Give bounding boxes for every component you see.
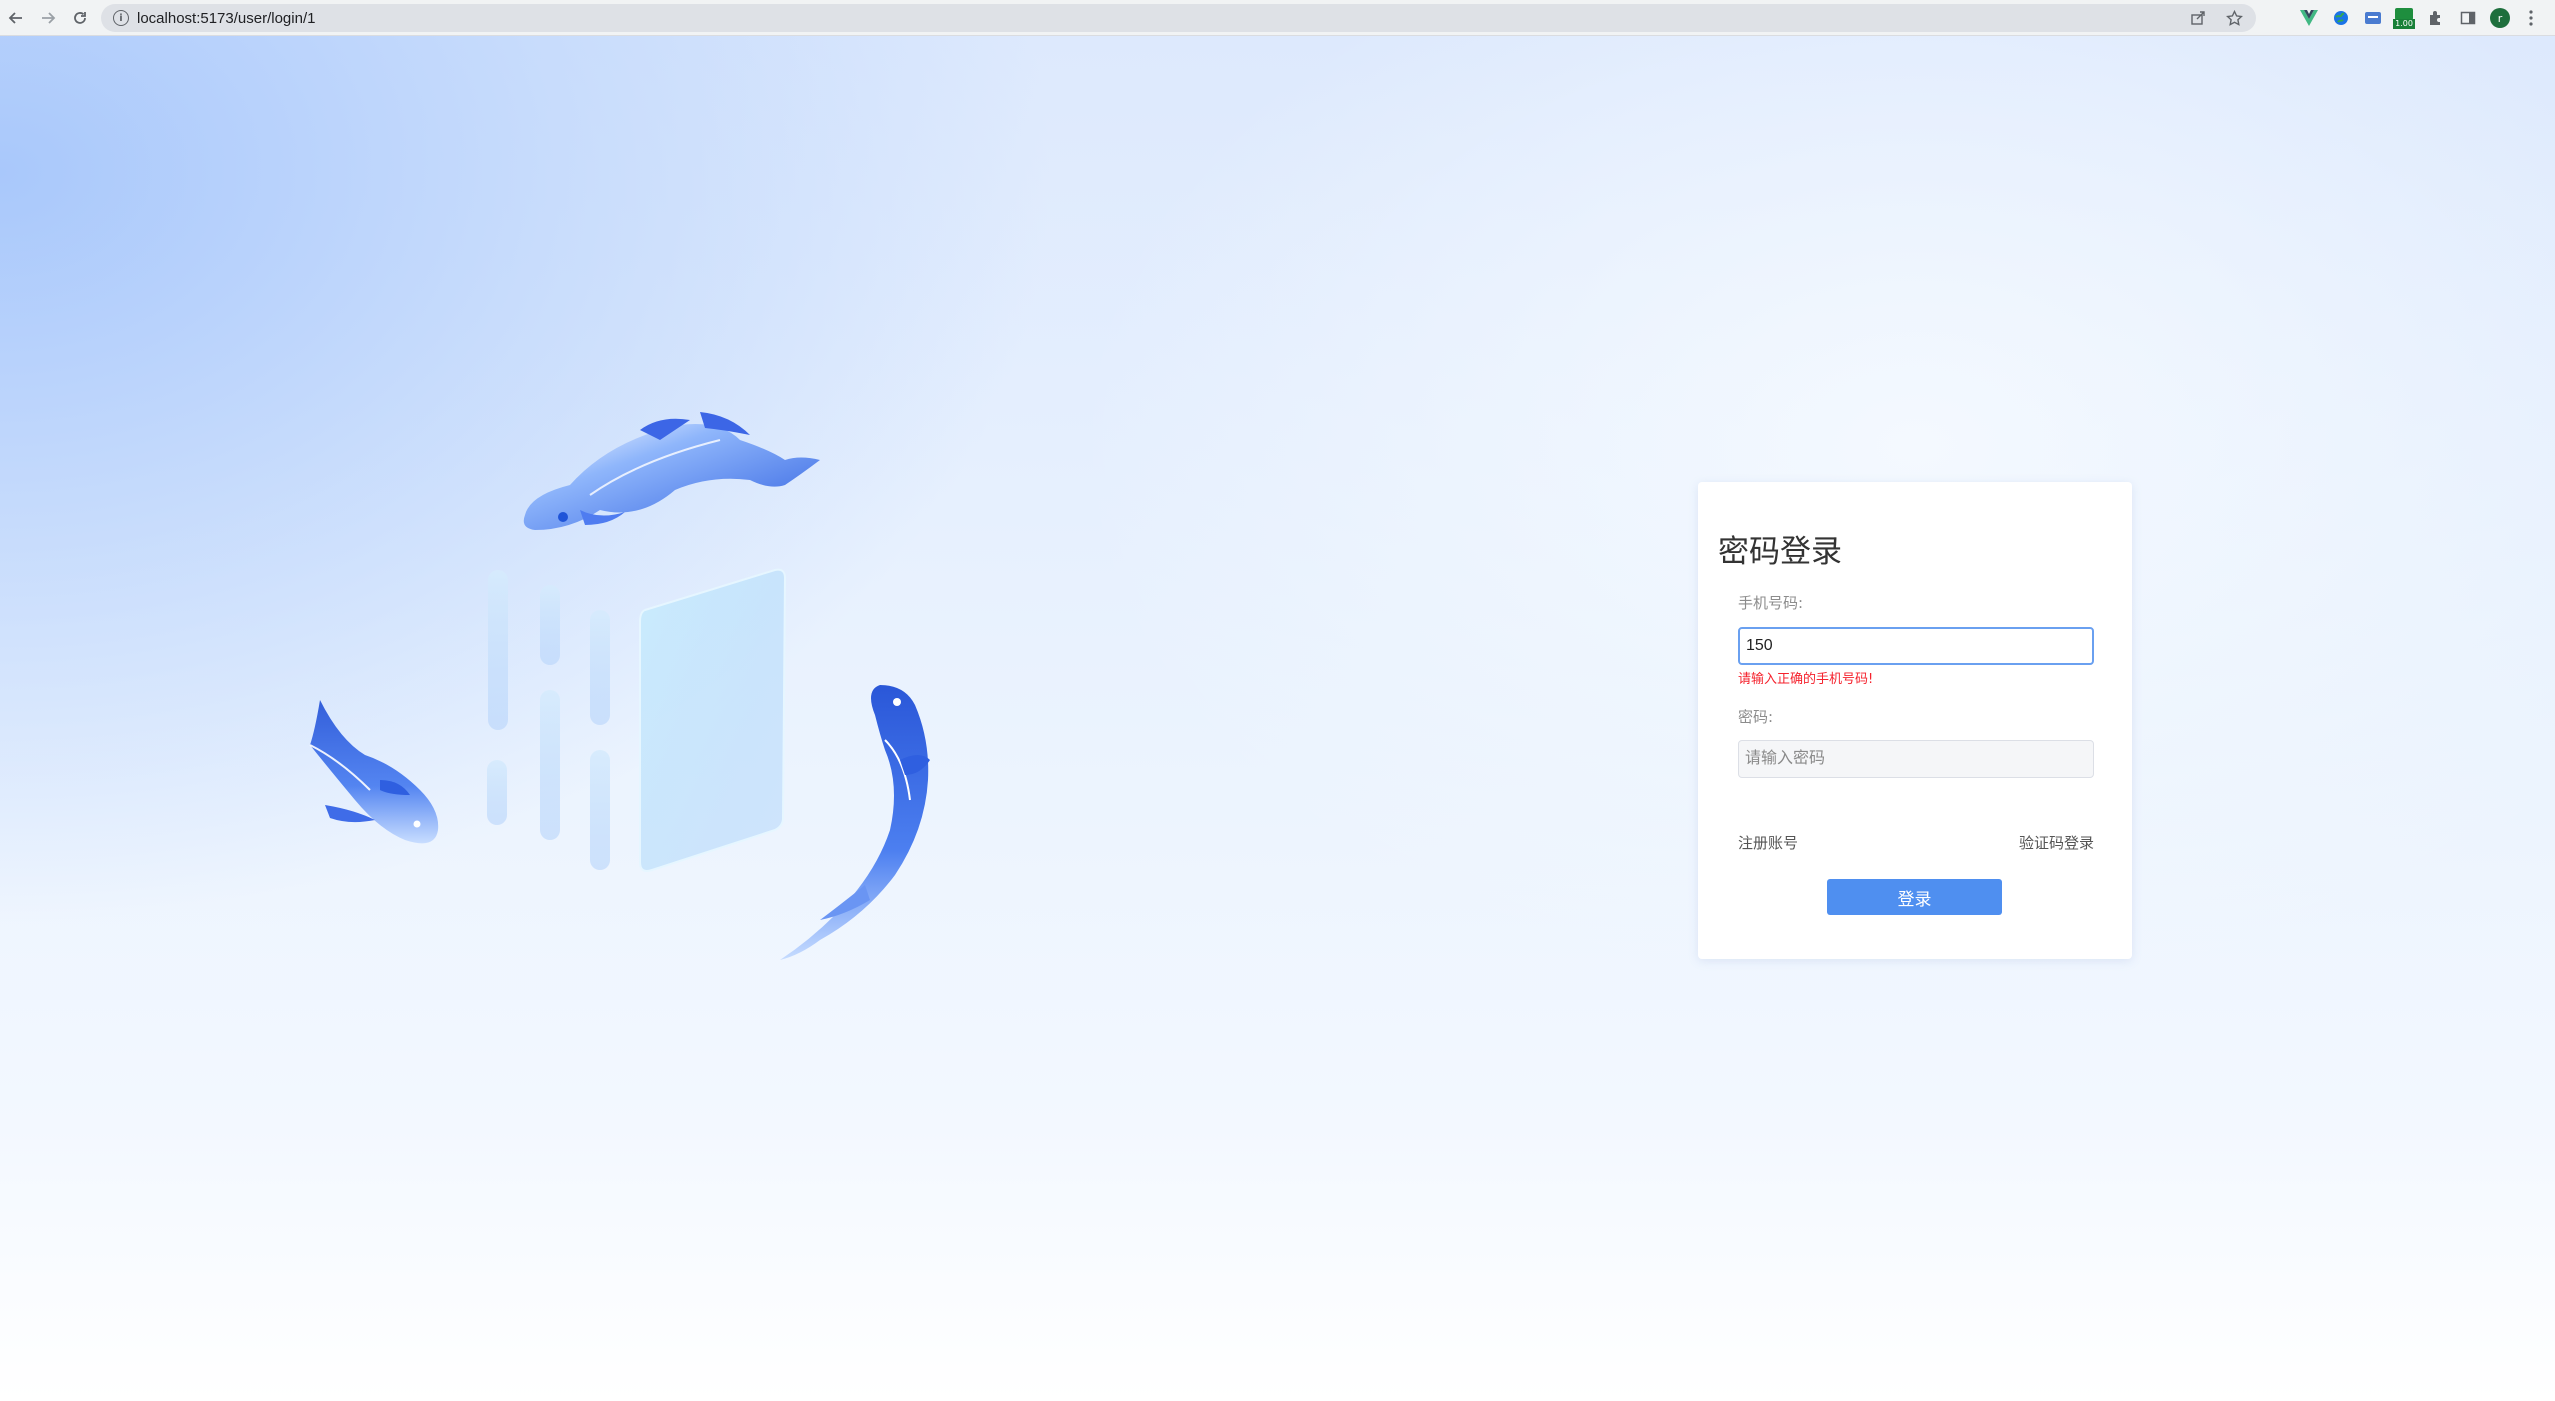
site-info-icon[interactable]: i xyxy=(113,10,129,26)
koi-fish-illustration xyxy=(309,412,930,960)
url-text: localhost:5173/user/login/1 xyxy=(137,9,316,27)
top-koi-fish xyxy=(523,412,820,530)
phone-error-message: 请输入正确的手机号码! xyxy=(1738,672,1874,687)
glass-bar xyxy=(590,610,610,725)
phone-label: 手机号码: xyxy=(1738,594,1804,612)
phone-input[interactable] xyxy=(1738,627,2094,665)
register-link[interactable]: 注册账号 xyxy=(1738,832,1798,853)
share-icon[interactable] xyxy=(2188,8,2208,28)
puzzle-extensions-icon[interactable] xyxy=(2425,7,2447,29)
page: i localhost:5173/user/login/1 1.00 r 密码登… xyxy=(0,0,2555,1401)
metrics-extension-icon[interactable]: 1.00 xyxy=(2393,7,2415,29)
profile-avatar[interactable]: r xyxy=(2489,7,2511,29)
login-title: 密码登录 xyxy=(1718,534,1842,570)
kebab-menu-icon[interactable] xyxy=(2520,7,2542,29)
forward-arrow-icon[interactable] xyxy=(36,6,60,30)
login-button[interactable]: 登录 xyxy=(1827,879,2002,915)
browser-toolbar: i localhost:5173/user/login/1 1.00 r xyxy=(0,0,2555,36)
translate-extension-icon[interactable] xyxy=(2362,7,2384,29)
reload-icon[interactable] xyxy=(68,6,92,30)
right-koi-fish xyxy=(780,685,930,960)
glass-bar xyxy=(540,585,560,665)
back-arrow-icon[interactable] xyxy=(4,6,28,30)
glass-panel xyxy=(639,568,787,872)
glass-bar xyxy=(590,750,610,870)
login-card: 密码登录 手机号码: 请输入正确的手机号码! 密码: 注册账号 验证码登录 登录 xyxy=(1698,482,2132,959)
sms-login-link[interactable]: 验证码登录 xyxy=(2019,832,2094,853)
glass-bar xyxy=(487,760,507,825)
bookmark-star-icon[interactable] xyxy=(2224,8,2244,28)
glass-bar xyxy=(488,570,508,730)
password-label: 密码: xyxy=(1738,708,1774,726)
glass-bar xyxy=(540,690,560,840)
address-bar[interactable]: i localhost:5173/user/login/1 xyxy=(101,4,2256,32)
password-input[interactable] xyxy=(1738,740,2094,778)
left-koi-fish xyxy=(309,700,439,844)
side-panel-icon[interactable] xyxy=(2457,7,2479,29)
vue-devtools-icon[interactable] xyxy=(2298,7,2320,29)
globe-extension-icon[interactable] xyxy=(2330,7,2352,29)
extension-badge: 1.00 xyxy=(2393,18,2415,29)
